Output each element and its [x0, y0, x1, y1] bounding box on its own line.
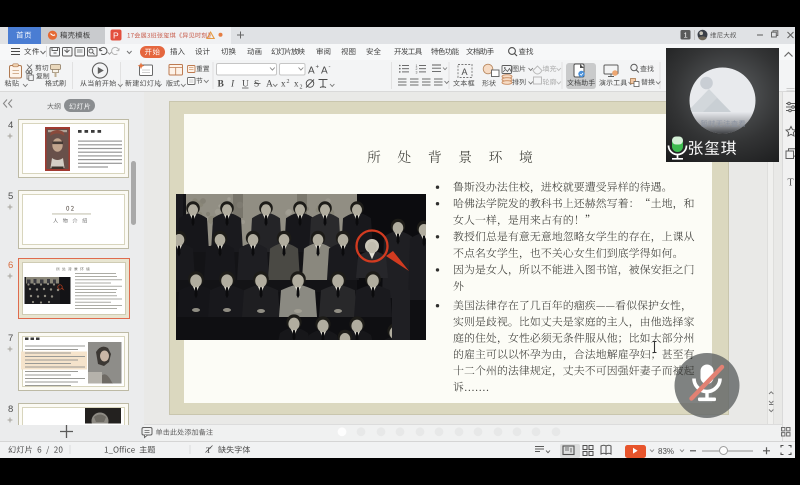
svg-text:3: 3: [416, 70, 418, 74]
svg-text:5: 5: [8, 191, 13, 202]
svg-text:A: A: [308, 66, 315, 77]
svg-text:I: I: [230, 80, 235, 90]
svg-text:4: 4: [8, 120, 13, 131]
svg-text:S: S: [254, 80, 259, 90]
svg-text:A: A: [266, 80, 273, 90]
svg-text:x: x: [281, 79, 286, 89]
svg-text:83%: 83%: [658, 447, 674, 456]
svg-text:x: x: [294, 79, 299, 89]
svg-text:P: P: [113, 30, 119, 40]
svg-text:-: -: [329, 65, 331, 71]
svg-text:7: 7: [8, 333, 13, 344]
svg-text:B: B: [218, 80, 225, 90]
svg-text:T: T: [788, 178, 794, 189]
svg-text:A: A: [462, 67, 468, 77]
svg-text:8: 8: [8, 404, 13, 415]
svg-text:2: 2: [287, 79, 290, 85]
svg-text:A: A: [321, 66, 328, 77]
svg-text:1: 1: [684, 31, 688, 40]
svg-text:2: 2: [300, 85, 303, 91]
svg-text:6: 6: [8, 260, 13, 271]
svg-text:+: +: [316, 65, 320, 71]
